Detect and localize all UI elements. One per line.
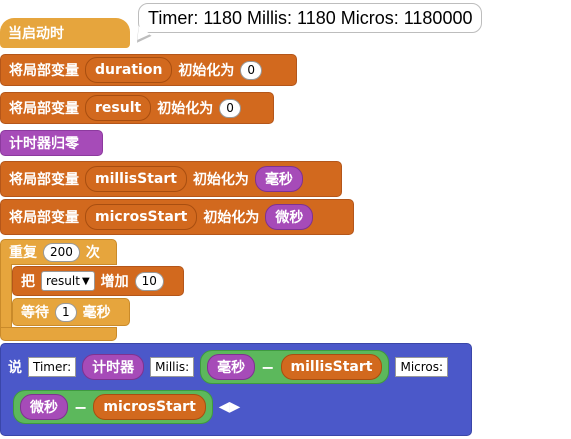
value-input[interactable]: 0 — [219, 98, 241, 118]
micros-text-input[interactable]: Micros: — [395, 357, 449, 377]
say-label: 说 — [8, 360, 22, 376]
minus-sign: − — [261, 357, 275, 377]
init-var-result-block[interactable]: 将局部变量 result 初始化为 0 — [0, 92, 274, 124]
var-millisstart-pill[interactable]: millisStart — [280, 354, 383, 380]
millis-text-input[interactable]: Millis: — [150, 357, 195, 377]
repeat-block-footer — [0, 327, 117, 341]
millis-reporter[interactable]: 毫秒 — [254, 166, 303, 192]
repeat-block-arm — [0, 264, 12, 328]
block-label: 将局部变量 — [9, 63, 79, 79]
repeat-block-header[interactable]: 重复 200 次 — [0, 239, 117, 265]
block-suffix: 初始化为 — [178, 63, 235, 79]
wait-unit: 毫秒 — [82, 305, 111, 321]
wait-amount-input[interactable]: 1 — [55, 302, 77, 322]
dropdown-value: result — [46, 274, 80, 288]
block-label: 计时器归零 — [9, 136, 79, 152]
millis-subtract-operator[interactable]: 毫秒 − millisStart — [200, 350, 390, 384]
timer-text-input[interactable]: Timer: — [28, 357, 77, 377]
reset-timer-block[interactable]: 计时器归零 — [0, 130, 103, 156]
value-input[interactable]: 0 — [240, 60, 263, 80]
init-var-duration-block[interactable]: 将局部变量 duration 初始化为 0 — [0, 54, 297, 86]
change-var-block[interactable]: 把 result ▼ 增加 10 — [12, 266, 184, 296]
expand-collapse-arrows-icon[interactable]: ◀▶ — [219, 399, 241, 415]
wait-prefix: 等待 — [21, 305, 49, 321]
micros-reporter[interactable]: 微秒 — [20, 394, 68, 420]
bubble-text: Timer: 1180 Millis: 1180 Micros: 1180000 — [148, 8, 473, 28]
say-block-row2: 微秒 − microsStart ◀▶ — [13, 390, 240, 424]
var-microsstart-pill[interactable]: microsStart — [85, 204, 198, 230]
repeat-count-input[interactable]: 200 — [43, 242, 80, 262]
block-label: 将局部变量 — [9, 101, 79, 117]
repeat-label: 重复 — [9, 245, 37, 261]
var-millisstart-pill[interactable]: millisStart — [85, 166, 187, 192]
init-var-millisstart-block[interactable]: 将局部变量 millisStart 初始化为 毫秒 — [0, 161, 342, 197]
var-microsstart-pill[interactable]: microsStart — [93, 394, 206, 420]
when-start-hat-block[interactable]: 当启动时 — [0, 18, 130, 48]
millis-reporter[interactable]: 毫秒 — [207, 354, 256, 380]
init-var-microsstart-block[interactable]: 将局部变量 microsStart 初始化为 微秒 — [0, 199, 354, 235]
speech-bubble: Timer: 1180 Millis: 1180 Micros: 1180000 — [138, 3, 483, 33]
block-suffix: 初始化为 — [192, 172, 249, 188]
block-suffix: 初始化为 — [203, 210, 260, 226]
block-label: 将局部变量 — [9, 172, 79, 188]
block-label: 将局部变量 — [9, 210, 79, 226]
block-suffix: 初始化为 — [157, 101, 214, 117]
var-dropdown[interactable]: result ▼ — [41, 271, 95, 291]
repeat-suffix: 次 — [85, 245, 100, 261]
micros-reporter[interactable]: 微秒 — [265, 204, 314, 230]
timer-reporter[interactable]: 计时器 — [82, 354, 145, 380]
wait-block[interactable]: 等待 1 毫秒 — [12, 298, 130, 326]
change-prefix: 把 — [21, 274, 35, 290]
var-duration-pill[interactable]: duration — [85, 57, 173, 83]
say-block-row1: 说 Timer: 计时器 Millis: 毫秒 − millisStart Mi… — [8, 350, 449, 384]
minus-sign: − — [74, 397, 88, 417]
dropdown-arrow-icon: ▼ — [81, 275, 90, 287]
hat-label: 当启动时 — [8, 26, 64, 42]
change-amount-input[interactable]: 10 — [134, 271, 164, 291]
micros-subtract-operator[interactable]: 微秒 − microsStart — [13, 390, 213, 424]
change-op: 增加 — [100, 274, 129, 290]
var-result-pill[interactable]: result — [85, 95, 152, 121]
